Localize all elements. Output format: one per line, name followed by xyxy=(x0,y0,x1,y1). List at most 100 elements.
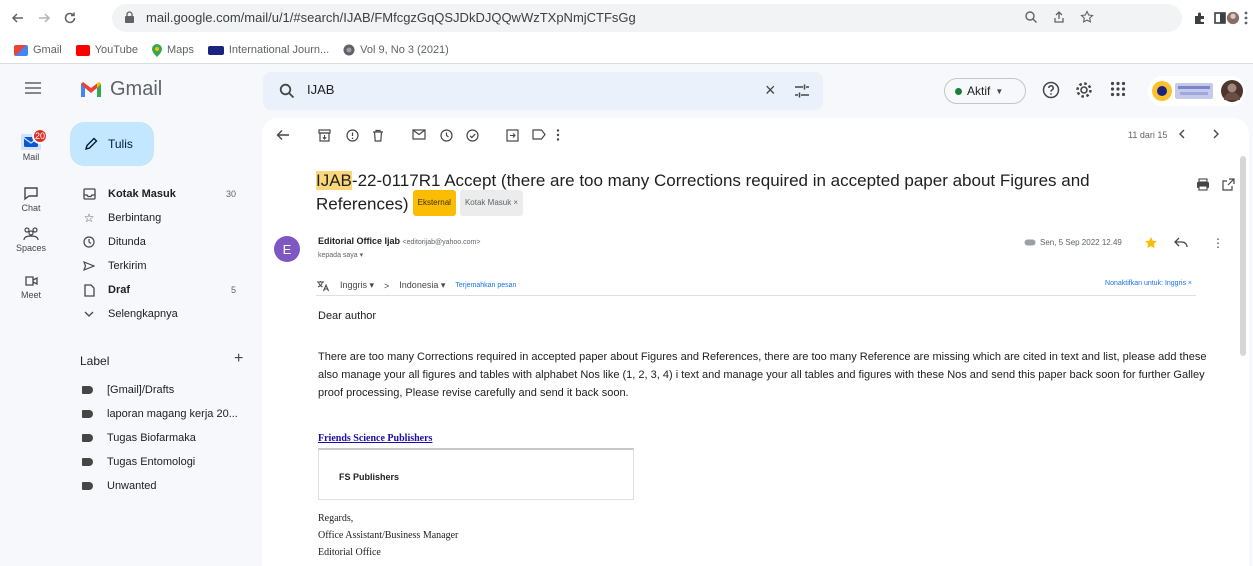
label-tag-icon xyxy=(82,482,93,490)
translate-message-link[interactable]: Terjemahkan pesan xyxy=(455,282,516,289)
translate-bar: Inggris ▾ > Indonesia ▾ Terjemahkan pesa… xyxy=(316,276,1196,296)
message-more-icon[interactable]: ⋮ xyxy=(1212,236,1224,250)
signature-box: FS Publishers xyxy=(318,448,634,500)
search-options-icon[interactable] xyxy=(793,82,811,100)
bookmark-maps[interactable]: Maps xyxy=(151,43,194,57)
star-icon[interactable] xyxy=(1144,236,1158,250)
account-switcher[interactable] xyxy=(1148,76,1246,106)
label-tag-icon xyxy=(82,410,93,418)
signature-line: Regards, xyxy=(318,513,354,524)
browser-menu-icon[interactable] xyxy=(1240,6,1252,30)
more-actions-icon[interactable] xyxy=(556,129,560,141)
chevron-down-icon xyxy=(82,307,96,321)
caret-down-icon: ▼ xyxy=(995,86,1004,96)
signature-link[interactable]: Friends Science Publishers xyxy=(318,433,432,444)
search-icon[interactable] xyxy=(279,83,295,99)
browser-chrome: mail.google.com/mail/u/1/#search/IJAB/FM… xyxy=(0,0,1253,64)
rail-label: Chat xyxy=(21,203,41,213)
sidebar-item-label: Kotak Masuk xyxy=(108,188,176,200)
bookmark-vol9[interactable]: Vol 9, No 3 (2021) xyxy=(343,44,449,56)
label-name: [Gmail]/Drafts xyxy=(107,384,175,396)
print-icon[interactable] xyxy=(1196,178,1210,191)
bookmark-gmail[interactable]: Gmail xyxy=(14,44,62,56)
add-label-icon[interactable]: + xyxy=(234,350,243,368)
profile-avatar-icon[interactable] xyxy=(1226,6,1240,30)
address-bar[interactable]: mail.google.com/mail/u/1/#search/IJAB/FM… xyxy=(112,4,1182,32)
sidebar-item-sent[interactable]: Terkirim xyxy=(62,254,252,278)
help-icon[interactable] xyxy=(1042,81,1060,99)
settings-gear-icon[interactable] xyxy=(1075,81,1093,99)
sidebar-item-drafts[interactable]: Draf 5 xyxy=(62,278,252,302)
report-spam-icon[interactable] xyxy=(346,129,359,142)
search-bar[interactable]: × xyxy=(263,72,823,110)
sidebar-item-snoozed[interactable]: Ditunda xyxy=(62,230,252,254)
archive-icon[interactable] xyxy=(318,129,331,142)
clear-search-icon[interactable]: × xyxy=(765,80,776,101)
spaces-icon xyxy=(23,227,39,241)
newer-icon[interactable] xyxy=(1178,129,1186,139)
date-text: Sen, 5 Sep 2022 12.49 xyxy=(1040,238,1122,247)
signature-block: Regards, Office Assistant/Business Manag… xyxy=(318,510,458,561)
bookmark-international-journ[interactable]: International Journ... xyxy=(207,44,329,56)
label-tag-icon xyxy=(82,434,93,442)
rail-item-mail[interactable]: Mail xyxy=(0,134,62,162)
mark-unread-icon[interactable] xyxy=(412,129,426,140)
disable-translation-link[interactable]: Nonaktifkan untuk: Inggris × xyxy=(1105,280,1192,287)
main-menu-icon[interactable] xyxy=(24,81,42,95)
scrollbar[interactable] xyxy=(1240,156,1246,356)
sidebar-item-more[interactable]: Selengkapnya xyxy=(62,302,252,326)
sender-avatar[interactable]: E xyxy=(274,236,300,262)
gmail-m-icon xyxy=(81,82,101,97)
rail-label: Meet xyxy=(20,290,41,300)
rail-item-chat[interactable]: Chat xyxy=(0,186,62,213)
reload-icon xyxy=(64,12,76,24)
reload-button[interactable] xyxy=(58,6,82,30)
label-item[interactable]: Unwanted xyxy=(62,474,252,498)
label-item[interactable]: laporan magang kerja 20... xyxy=(62,402,252,426)
status-dropdown[interactable]: Aktif ▼ xyxy=(944,78,1026,104)
inbox-label-chip[interactable]: Kotak Masuk × xyxy=(459,190,524,216)
target-language-select[interactable]: Indonesia ▾ xyxy=(399,280,445,291)
inbox-icon xyxy=(82,187,96,201)
url-text[interactable]: mail.google.com/mail/u/1/#search/IJAB/FM… xyxy=(146,10,636,25)
older-icon[interactable] xyxy=(1212,129,1220,139)
label-item[interactable]: Tugas Biofarmaka xyxy=(62,426,252,450)
message-date: Sen, 5 Sep 2022 12.49 xyxy=(1024,238,1122,247)
recipient-details-toggle[interactable]: kepada saya ▾ xyxy=(318,251,363,259)
search-input[interactable] xyxy=(307,82,707,97)
back-button[interactable] xyxy=(6,6,30,30)
status-dot xyxy=(955,87,962,95)
reply-icon[interactable] xyxy=(1174,237,1188,248)
forward-button[interactable] xyxy=(32,6,56,30)
gmail-logo[interactable]: Gmail xyxy=(80,78,162,101)
delete-icon[interactable] xyxy=(372,129,384,142)
label-icon[interactable] xyxy=(532,129,546,140)
gmail-header: Gmail × Aktif ▼ xyxy=(0,64,1253,118)
open-in-new-window-icon[interactable] xyxy=(1222,178,1235,191)
rail-item-spaces[interactable]: Spaces xyxy=(0,226,62,253)
snooze-icon[interactable] xyxy=(440,129,453,142)
apps-grid-icon[interactable] xyxy=(1110,81,1126,97)
sidebar-item-starred[interactable]: ☆ Berbintang xyxy=(62,206,252,230)
add-task-icon[interactable] xyxy=(466,129,479,142)
bookmark-youtube[interactable]: YouTube xyxy=(75,44,138,56)
label-item[interactable]: Tugas Entomologi xyxy=(62,450,252,474)
compose-button[interactable]: Tulis xyxy=(70,122,154,166)
rail-item-meet[interactable]: Meet xyxy=(0,274,62,300)
move-to-icon[interactable] xyxy=(506,129,519,142)
lock-icon[interactable] xyxy=(124,11,135,24)
draft-count: 5 xyxy=(230,285,236,295)
zoom-icon[interactable] xyxy=(1024,10,1038,24)
source-language-select[interactable]: Inggris ▾ xyxy=(340,280,374,291)
gmail-icon xyxy=(14,44,28,56)
sidebar-item-inbox[interactable]: Kotak Masuk 30 xyxy=(62,182,252,206)
search-highlight: IJAB xyxy=(316,171,352,190)
youtube-icon xyxy=(75,44,90,56)
email-greeting: Dear author xyxy=(318,310,377,322)
back-to-list-icon[interactable] xyxy=(276,129,290,141)
sender-name[interactable]: Editorial Office Ijab xyxy=(318,236,400,246)
bookmark-star-icon[interactable] xyxy=(1080,10,1094,24)
label-item[interactable]: [Gmail]/Drafts xyxy=(62,378,252,402)
share-icon[interactable] xyxy=(1052,10,1066,24)
sidebar: Tulis Kotak Masuk 30 ☆ Berbintang Ditund… xyxy=(62,118,258,566)
